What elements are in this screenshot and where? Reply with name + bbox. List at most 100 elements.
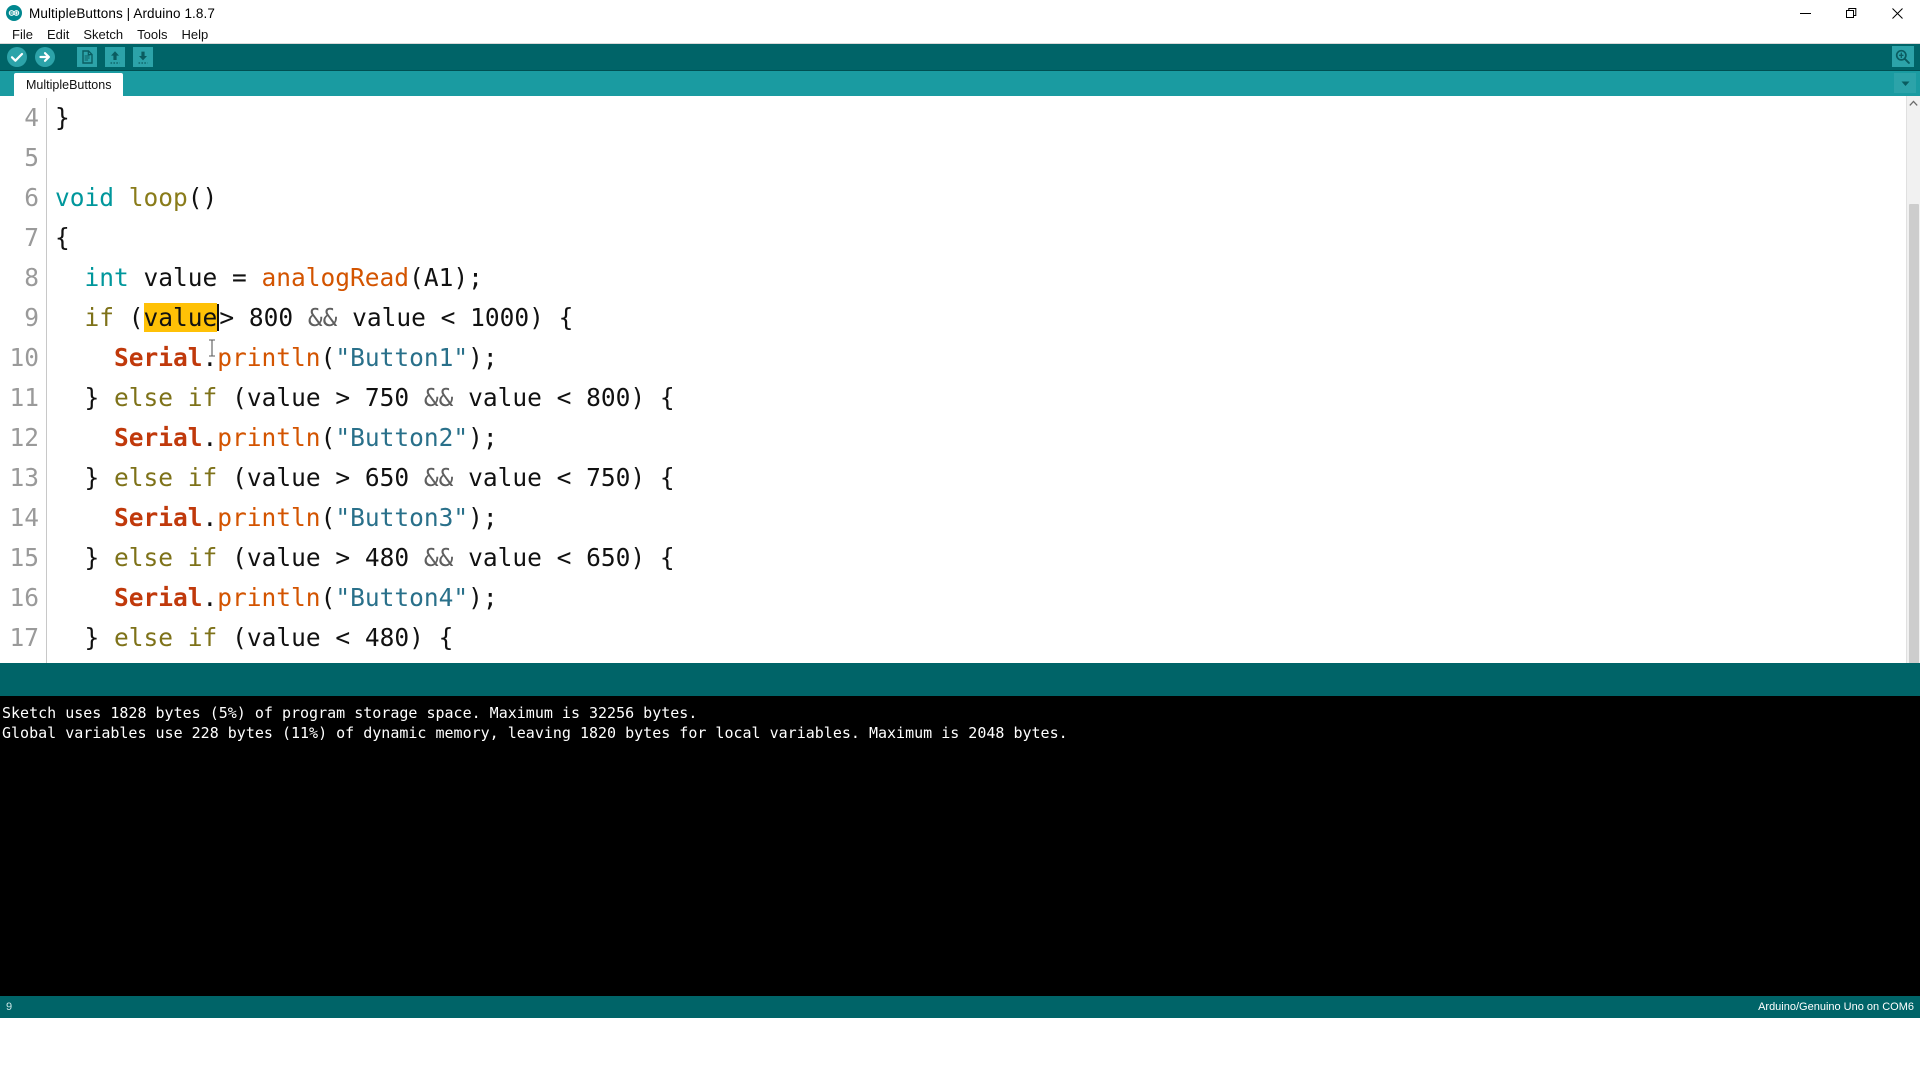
code-token: if — [187, 383, 218, 412]
code-text: } else if (value < 480) { — [47, 618, 454, 658]
code-line[interactable]: 12 Serial.println("Button2"); — [0, 418, 1906, 458]
window-controls — [1782, 0, 1920, 26]
code-token: ( — [320, 583, 336, 612]
code-text: Serial.println("Button4"); — [47, 578, 498, 618]
code-line[interactable]: 11 } else if (value > 750 && value < 800… — [0, 378, 1906, 418]
scrollbar-thumb[interactable] — [1909, 204, 1919, 663]
code-token: else — [114, 383, 174, 412]
gutter-divider — [46, 138, 47, 178]
menu-item-sketch[interactable]: Sketch — [76, 26, 130, 44]
console-output[interactable]: Sketch uses 1828 bytes (5%) of program s… — [0, 696, 1920, 996]
code-token: (A1); — [409, 263, 483, 292]
code-line[interactable]: 9 if (value> 800 && value < 1000) { — [0, 298, 1906, 338]
status-bar: 9 Arduino/Genuino Uno on COM6 — [0, 996, 1920, 1018]
line-number: 15 — [9, 543, 39, 572]
chevron-up-icon[interactable] — [1906, 96, 1920, 111]
code-token: void — [55, 183, 115, 212]
code-token: "Button1" — [335, 343, 469, 372]
code-line[interactable]: 14 Serial.println("Button3"); — [0, 498, 1906, 538]
line-number: 7 — [24, 223, 39, 252]
line-number: 13 — [9, 463, 39, 492]
code-text: } else if (value > 480 && value < 650) { — [47, 538, 675, 578]
line-number: 17 — [9, 623, 39, 652]
code-token: . — [202, 503, 218, 532]
line-number: 5 — [24, 143, 39, 172]
code-text: Serial.println("Button2"); — [47, 418, 498, 458]
minimize-icon[interactable] — [1782, 0, 1828, 26]
code-line[interactable]: 5 — [0, 138, 1906, 178]
code-token: ); — [468, 423, 498, 452]
tab-multiplebuttons[interactable]: MultipleButtons — [14, 73, 124, 96]
editor-vertical-scrollbar[interactable] — [1906, 96, 1920, 663]
menu-item-edit[interactable]: Edit — [40, 26, 76, 44]
code-token: . — [202, 583, 218, 612]
verify-button[interactable] — [4, 45, 30, 69]
code-token: { — [55, 223, 70, 252]
code-token: if — [84, 303, 115, 332]
code-token: ); — [468, 503, 498, 532]
code-token: Serial — [114, 343, 203, 372]
code-token: && — [423, 383, 454, 412]
compile-status-strip — [0, 663, 1920, 696]
menu-item-file[interactable]: File — [5, 26, 40, 44]
code-token: () — [187, 183, 218, 212]
code-token: (value > 480 — [217, 543, 424, 572]
code-token: (value > 750 — [217, 383, 424, 412]
save-sketch-button[interactable] — [130, 45, 156, 69]
code-line[interactable]: 10 Serial.println("Button1"); — [0, 338, 1906, 378]
arduino-infinity-icon — [6, 5, 22, 21]
code-token: } — [55, 623, 115, 652]
window-title: MultipleButtons | Arduino 1.8.7 — [29, 5, 215, 21]
serial-monitor-button[interactable] — [1892, 46, 1914, 67]
code-text: } else if (value > 650 && value < 750) { — [47, 458, 675, 498]
new-sketch-button[interactable] — [74, 45, 100, 69]
editor-area: 4} 5 6 void loop() 7{8 int value = analogRea… — [0, 96, 1920, 663]
code-text: } — [47, 98, 70, 138]
close-icon[interactable] — [1874, 0, 1920, 26]
code-token: } — [55, 543, 115, 572]
open-sketch-button[interactable] — [102, 45, 128, 69]
toolbar — [0, 44, 1920, 71]
line-number: 8 — [24, 263, 39, 292]
line-number: 14 — [9, 503, 39, 532]
upload-button[interactable] — [32, 45, 58, 69]
maximize-restore-icon[interactable] — [1828, 0, 1874, 26]
code-line[interactable]: 15 } else if (value > 480 && value < 650… — [0, 538, 1906, 578]
code-editor[interactable]: 4} 5 6 void loop() 7{8 int value = analogRea… — [0, 96, 1906, 663]
code-line[interactable]: 7{ — [0, 218, 1906, 258]
code-token: } — [55, 103, 70, 132]
code-token: println — [217, 583, 321, 612]
code-token: (value < 480) { — [217, 623, 454, 652]
code-line[interactable]: 17 } else if (value < 480) { — [0, 618, 1906, 658]
code-token: && — [423, 463, 454, 492]
code-text: Serial.println("Button5"); — [47, 658, 498, 663]
code-line[interactable]: 13 } else if (value > 650 && value < 750… — [0, 458, 1906, 498]
code-line[interactable]: 18 Serial.println("Button5"); — [0, 658, 1906, 663]
line-number: 12 — [9, 423, 39, 452]
code-token: if — [187, 543, 218, 572]
console-line: Global variables use 228 bytes (11%) of … — [2, 724, 1068, 742]
chevron-down-icon[interactable] — [1894, 73, 1916, 93]
code-token: } — [55, 383, 115, 412]
code-token: ( — [320, 423, 336, 452]
code-token: ( — [320, 503, 336, 532]
code-token: if — [187, 623, 218, 652]
code-token: ( — [114, 303, 144, 332]
code-line[interactable]: 8 int value = analogRead(A1); — [0, 258, 1906, 298]
code-line[interactable]: 4} — [0, 98, 1906, 138]
code-line[interactable]: 16 Serial.println("Button4"); — [0, 578, 1906, 618]
menu-item-help[interactable]: Help — [174, 26, 215, 44]
code-line[interactable]: 6 void loop() — [0, 178, 1906, 218]
tab-label: MultipleButtons — [26, 77, 112, 92]
code-token: } — [55, 463, 115, 492]
code-token: . — [202, 423, 218, 452]
menu-item-tools[interactable]: Tools — [130, 26, 174, 44]
code-token: (value > 650 — [217, 463, 424, 492]
